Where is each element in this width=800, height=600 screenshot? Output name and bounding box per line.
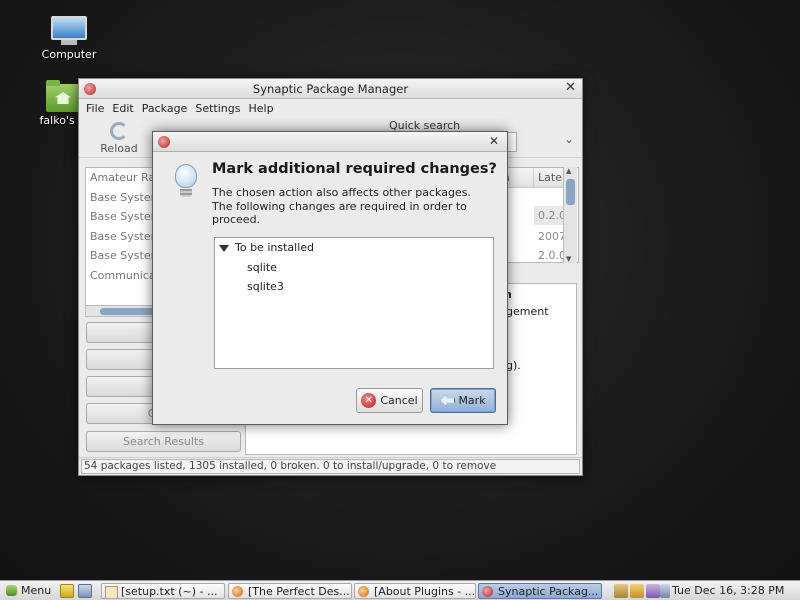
task-setup-txt[interactable]: [setup.txt (~) - ...: [101, 583, 225, 599]
tree-group-to-be-installed[interactable]: To be installed: [219, 241, 314, 254]
menu-settings[interactable]: Settings: [192, 99, 245, 118]
list-item[interactable]: sqlite: [247, 261, 277, 274]
reload-icon: [110, 122, 128, 140]
desktop: { "desktop": { "icons": [ {"label": "Com…: [0, 0, 800, 600]
apply-arrow-icon: [440, 395, 456, 406]
task-about-plugins[interactable]: [About Plugins - ...: [354, 583, 476, 599]
mark-label: Mark: [458, 394, 486, 407]
synaptic-app-icon: [84, 83, 96, 95]
synaptic-app-icon: [158, 136, 170, 148]
window-titlebar[interactable]: Synaptic Package Manager ✕: [79, 79, 582, 99]
table-cell: 0.2.0: [534, 206, 566, 225]
clock[interactable]: Tue Dec 16, 3:28 PM: [672, 584, 784, 597]
description-fragment: g).: [506, 359, 521, 372]
home-folder-icon: [46, 80, 80, 112]
lock-icon[interactable]: [614, 584, 628, 598]
update-notifier-icon[interactable]: [630, 584, 644, 598]
menu-edit[interactable]: Edit: [109, 99, 138, 118]
cancel-button[interactable]: ✕ Cancel: [356, 388, 423, 413]
table-cell: 2.0.0: [538, 249, 566, 262]
desktop-icon-computer[interactable]: Computer: [29, 16, 109, 61]
show-desktop-icon[interactable]: [78, 584, 92, 598]
scroll-down-icon[interactable]: ▼: [566, 255, 571, 263]
menu-file[interactable]: File: [83, 99, 109, 118]
status-text: 54 packages listed, 1305 installed, 0 br…: [81, 459, 580, 474]
task-synaptic[interactable]: Synaptic Packag...: [478, 583, 602, 599]
desktop-icon-label: Computer: [41, 48, 97, 61]
menu-button[interactable]: Menu: [3, 583, 57, 599]
group-label: To be installed: [235, 241, 314, 254]
dialog-heading: Mark additional required changes?: [212, 161, 497, 177]
volume-icon[interactable]: [660, 584, 670, 598]
window-title: Synaptic Package Manager: [252, 82, 409, 96]
cancel-label: Cancel: [380, 394, 418, 407]
dialog-message: The chosen action also affects other pac…: [212, 186, 471, 226]
settings-icon[interactable]: [646, 584, 660, 598]
chevron-down-icon[interactable]: ⌄: [564, 132, 574, 146]
scroll-up-icon[interactable]: ▲: [566, 167, 571, 175]
reload-label: Reload: [100, 142, 138, 155]
taskbar: Menu [setup.txt (~) - ... [The Perfect D…: [0, 580, 800, 600]
list-item[interactable]: sqlite3: [247, 280, 284, 293]
changes-list: To be installed sqlite sqlite3: [214, 237, 494, 369]
notes-icon[interactable]: [60, 584, 74, 598]
status-bar: 54 packages listed, 1305 installed, 0 br…: [79, 457, 582, 475]
close-icon[interactable]: ✕: [489, 134, 499, 148]
close-icon[interactable]: ✕: [565, 80, 576, 95]
expander-triangle-icon[interactable]: [219, 244, 229, 252]
description-fragment: gement: [506, 305, 549, 318]
menubar: File Edit Package Settings Help: [79, 99, 582, 118]
menu-help[interactable]: Help: [245, 99, 278, 118]
dialog-titlebar[interactable]: ✕: [153, 132, 507, 152]
task-perfect-desktop[interactable]: [The Perfect Des...: [228, 583, 352, 599]
mark-button[interactable]: Mark: [430, 388, 496, 413]
reload-button[interactable]: Reload: [97, 122, 141, 155]
lightbulb-icon: [173, 164, 199, 200]
mark-changes-dialog: ✕ Mark additional required changes? The …: [152, 131, 508, 425]
cancel-icon: ✕: [361, 393, 377, 408]
filter-button-search-results[interactable]: Search Results: [86, 431, 241, 452]
column-header-latest[interactable]: Late: [534, 168, 564, 188]
computer-icon: [51, 16, 87, 46]
menu-package[interactable]: Package: [139, 99, 193, 118]
table-cell: 2007: [538, 230, 566, 243]
vertical-scrollbar[interactable]: ▲ ▼: [563, 167, 577, 263]
